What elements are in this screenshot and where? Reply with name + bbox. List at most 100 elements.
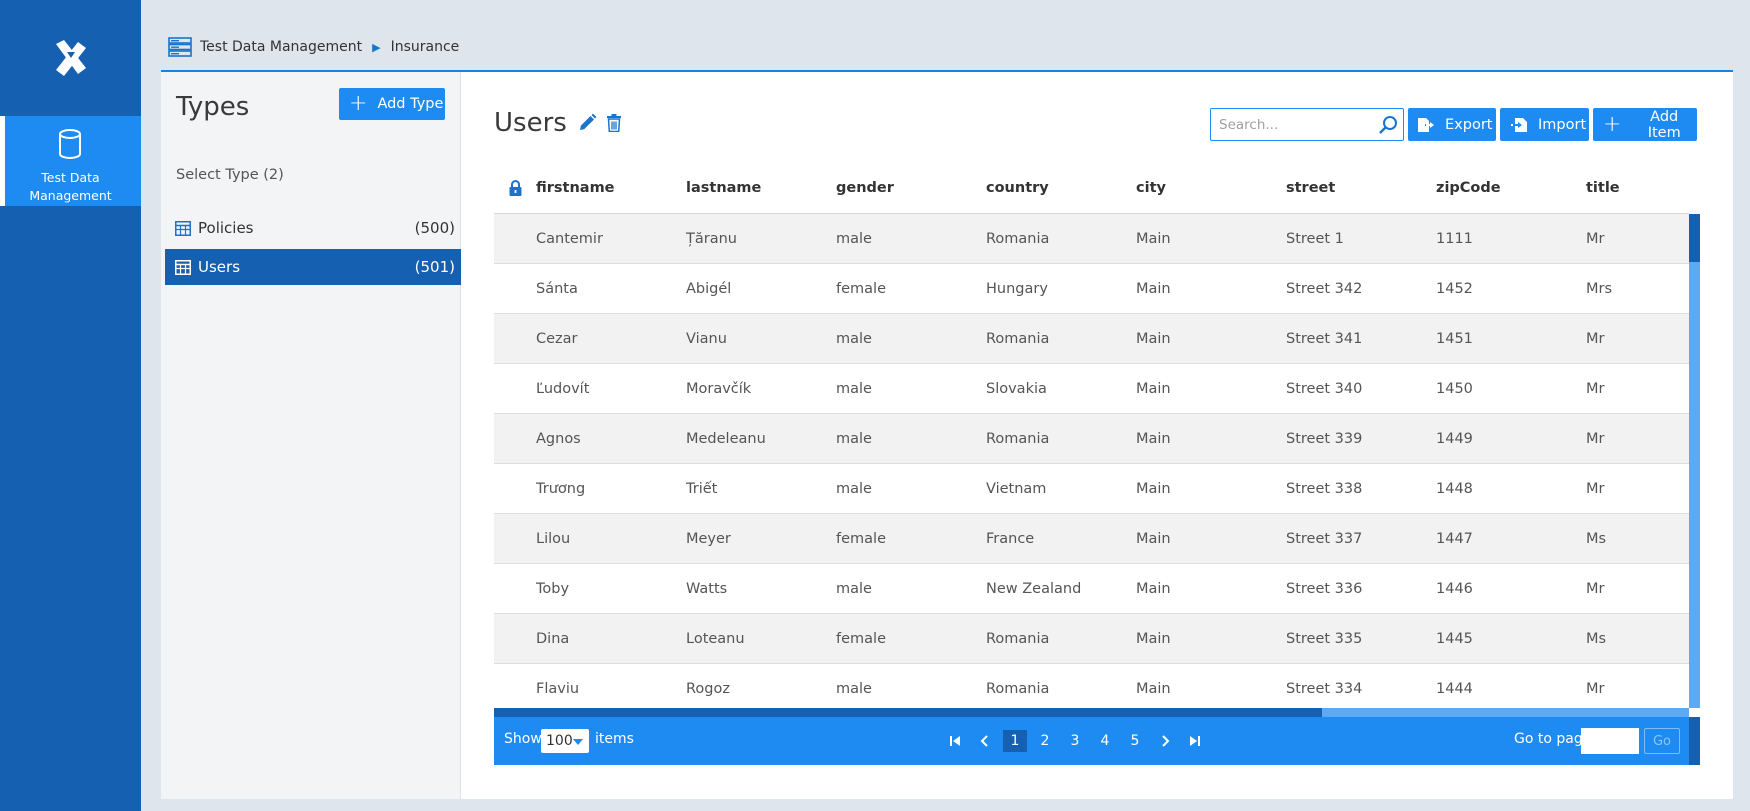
column-header-country[interactable]: country	[986, 180, 1136, 196]
cell-country: New Zealand	[986, 580, 1082, 597]
table-row[interactable]: Cezar Vianu male Romania Main Street 341…	[494, 314, 1689, 364]
cell-zipcode: 1450	[1436, 380, 1473, 397]
table-icon	[175, 259, 191, 275]
horizontal-scrollbar[interactable]	[494, 708, 1689, 717]
next-page-button[interactable]	[1154, 730, 1176, 752]
last-page-button[interactable]	[1184, 730, 1206, 752]
cell-title: Mrs	[1586, 280, 1613, 297]
cell-gender: male	[836, 230, 872, 247]
cell-firstname: Toby	[536, 580, 570, 597]
cell-title: Mr	[1586, 330, 1605, 347]
search-icon[interactable]	[1378, 115, 1398, 135]
cell-city: Main	[1136, 380, 1171, 397]
page-title-text: Users	[494, 108, 567, 138]
cell-street: Street 1	[1286, 230, 1344, 247]
go-button[interactable]: Go	[1644, 728, 1680, 754]
add-type-label: Add Type	[377, 96, 444, 112]
table-row[interactable]: Dina Loteanu female Romania Main Street …	[494, 614, 1689, 664]
table-row[interactable]: Agnos Medeleanu male Romania Main Street…	[494, 414, 1689, 464]
go-to-page-input[interactable]	[1581, 728, 1639, 754]
types-panel: Types + Add Type Select Type (2) Policie…	[161, 72, 461, 799]
horizontal-scrollbar-thumb[interactable]	[494, 708, 1322, 717]
page-button-2[interactable]: 2	[1033, 730, 1057, 752]
export-button[interactable]: Export	[1408, 108, 1496, 141]
cell-country: Romania	[986, 230, 1050, 247]
breadcrumb-separator-icon: ▶	[372, 40, 381, 54]
table-row[interactable]: Trương Triết male Vietnam Main Street 33…	[494, 464, 1689, 514]
edit-pencil-icon[interactable]	[577, 113, 597, 133]
export-label: Export	[1445, 116, 1493, 133]
import-label: Import	[1538, 116, 1587, 133]
previous-page-button[interactable]	[974, 730, 996, 752]
cell-street: Street 342	[1286, 280, 1363, 297]
items-label: items	[595, 731, 634, 747]
add-item-button[interactable]: + Add Item	[1593, 108, 1697, 141]
cell-firstname: Sánta	[536, 280, 578, 297]
first-page-button[interactable]	[944, 730, 966, 752]
cell-gender: male	[836, 330, 872, 347]
cell-lastname: Abigél	[686, 280, 732, 297]
import-icon	[1510, 117, 1528, 133]
lock-icon	[509, 179, 521, 196]
plus-icon: +	[1603, 111, 1622, 137]
table-row[interactable]: Flaviu Rogoz male Romania Main Street 33…	[494, 664, 1689, 708]
cell-street: Street 336	[1286, 580, 1363, 597]
last-page-icon	[1190, 736, 1200, 746]
lock-column[interactable]	[494, 179, 536, 196]
cell-city: Main	[1136, 580, 1171, 597]
column-header-firstname[interactable]: firstname	[536, 180, 686, 196]
table-row[interactable]: Lilou Meyer female France Main Street 33…	[494, 514, 1689, 564]
cell-firstname: Lilou	[536, 530, 571, 547]
app-logo-icon[interactable]	[52, 38, 90, 78]
table-row[interactable]: Ľudovít Moravčík male Slovakia Main Stre…	[494, 364, 1689, 414]
column-header-lastname[interactable]: lastname	[686, 180, 836, 196]
trash-icon[interactable]	[606, 114, 621, 132]
cell-firstname: Ľudovít	[536, 380, 590, 397]
page-button-5[interactable]: 5	[1123, 730, 1147, 752]
cell-lastname: Watts	[686, 580, 728, 597]
page-button-4[interactable]: 4	[1093, 730, 1117, 752]
cell-zipcode: 1448	[1436, 480, 1473, 497]
cell-street: Street 339	[1286, 430, 1363, 447]
cell-country: Romania	[986, 630, 1050, 647]
search-input[interactable]	[1211, 109, 1371, 140]
import-button[interactable]: Import	[1500, 108, 1589, 141]
table-header: firstname lastname gender country city s…	[494, 162, 1689, 214]
cell-lastname: Triết	[686, 480, 718, 497]
vertical-scrollbar-thumb[interactable]	[1689, 214, 1700, 262]
cell-firstname: Cezar	[536, 330, 578, 347]
cell-zipcode: 1451	[1436, 330, 1473, 347]
table-row[interactable]: Toby Watts male New Zealand Main Street …	[494, 564, 1689, 614]
cell-city: Main	[1136, 330, 1171, 347]
type-item-policies[interactable]: Policies (500)	[165, 210, 461, 246]
cell-zipcode: 1444	[1436, 680, 1473, 697]
page-button-1[interactable]: 1	[1003, 730, 1027, 752]
type-item-users[interactable]: Users (501)	[165, 249, 461, 285]
column-header-title[interactable]: title	[1586, 180, 1689, 196]
cell-gender: female	[836, 630, 886, 647]
type-item-label: Policies	[198, 219, 254, 237]
table-row[interactable]: Sánta Abigél female Hungary Main Street …	[494, 264, 1689, 314]
column-header-gender[interactable]: gender	[836, 180, 986, 196]
cell-gender: male	[836, 430, 872, 447]
cell-city: Main	[1136, 230, 1171, 247]
cell-city: Main	[1136, 430, 1171, 447]
cell-lastname: Țăranu	[686, 230, 737, 247]
vertical-scrollbar[interactable]	[1689, 214, 1700, 708]
add-type-button[interactable]: + Add Type	[339, 88, 445, 120]
breadcrumb-root-link[interactable]: Test Data Management	[200, 39, 362, 55]
table-row[interactable]: Cantemir Țăranu male Romania Main Street…	[494, 214, 1689, 264]
cell-gender: female	[836, 530, 886, 547]
column-header-street[interactable]: street	[1286, 180, 1436, 196]
type-item-count: (500)	[414, 219, 455, 237]
column-header-zipcode[interactable]: zipCode	[1436, 180, 1586, 196]
page-size-select[interactable]: 100	[541, 729, 589, 753]
cell-city: Main	[1136, 280, 1171, 297]
page-button-3[interactable]: 3	[1063, 730, 1087, 752]
server-rack-icon	[168, 37, 192, 57]
app-sidebar: Test Data Management	[0, 0, 141, 811]
column-header-city[interactable]: city	[1136, 180, 1286, 196]
cell-country: France	[986, 530, 1035, 547]
cell-country: Vietnam	[986, 480, 1047, 497]
sidebar-item-test-data-management[interactable]: Test Data Management	[0, 116, 141, 206]
